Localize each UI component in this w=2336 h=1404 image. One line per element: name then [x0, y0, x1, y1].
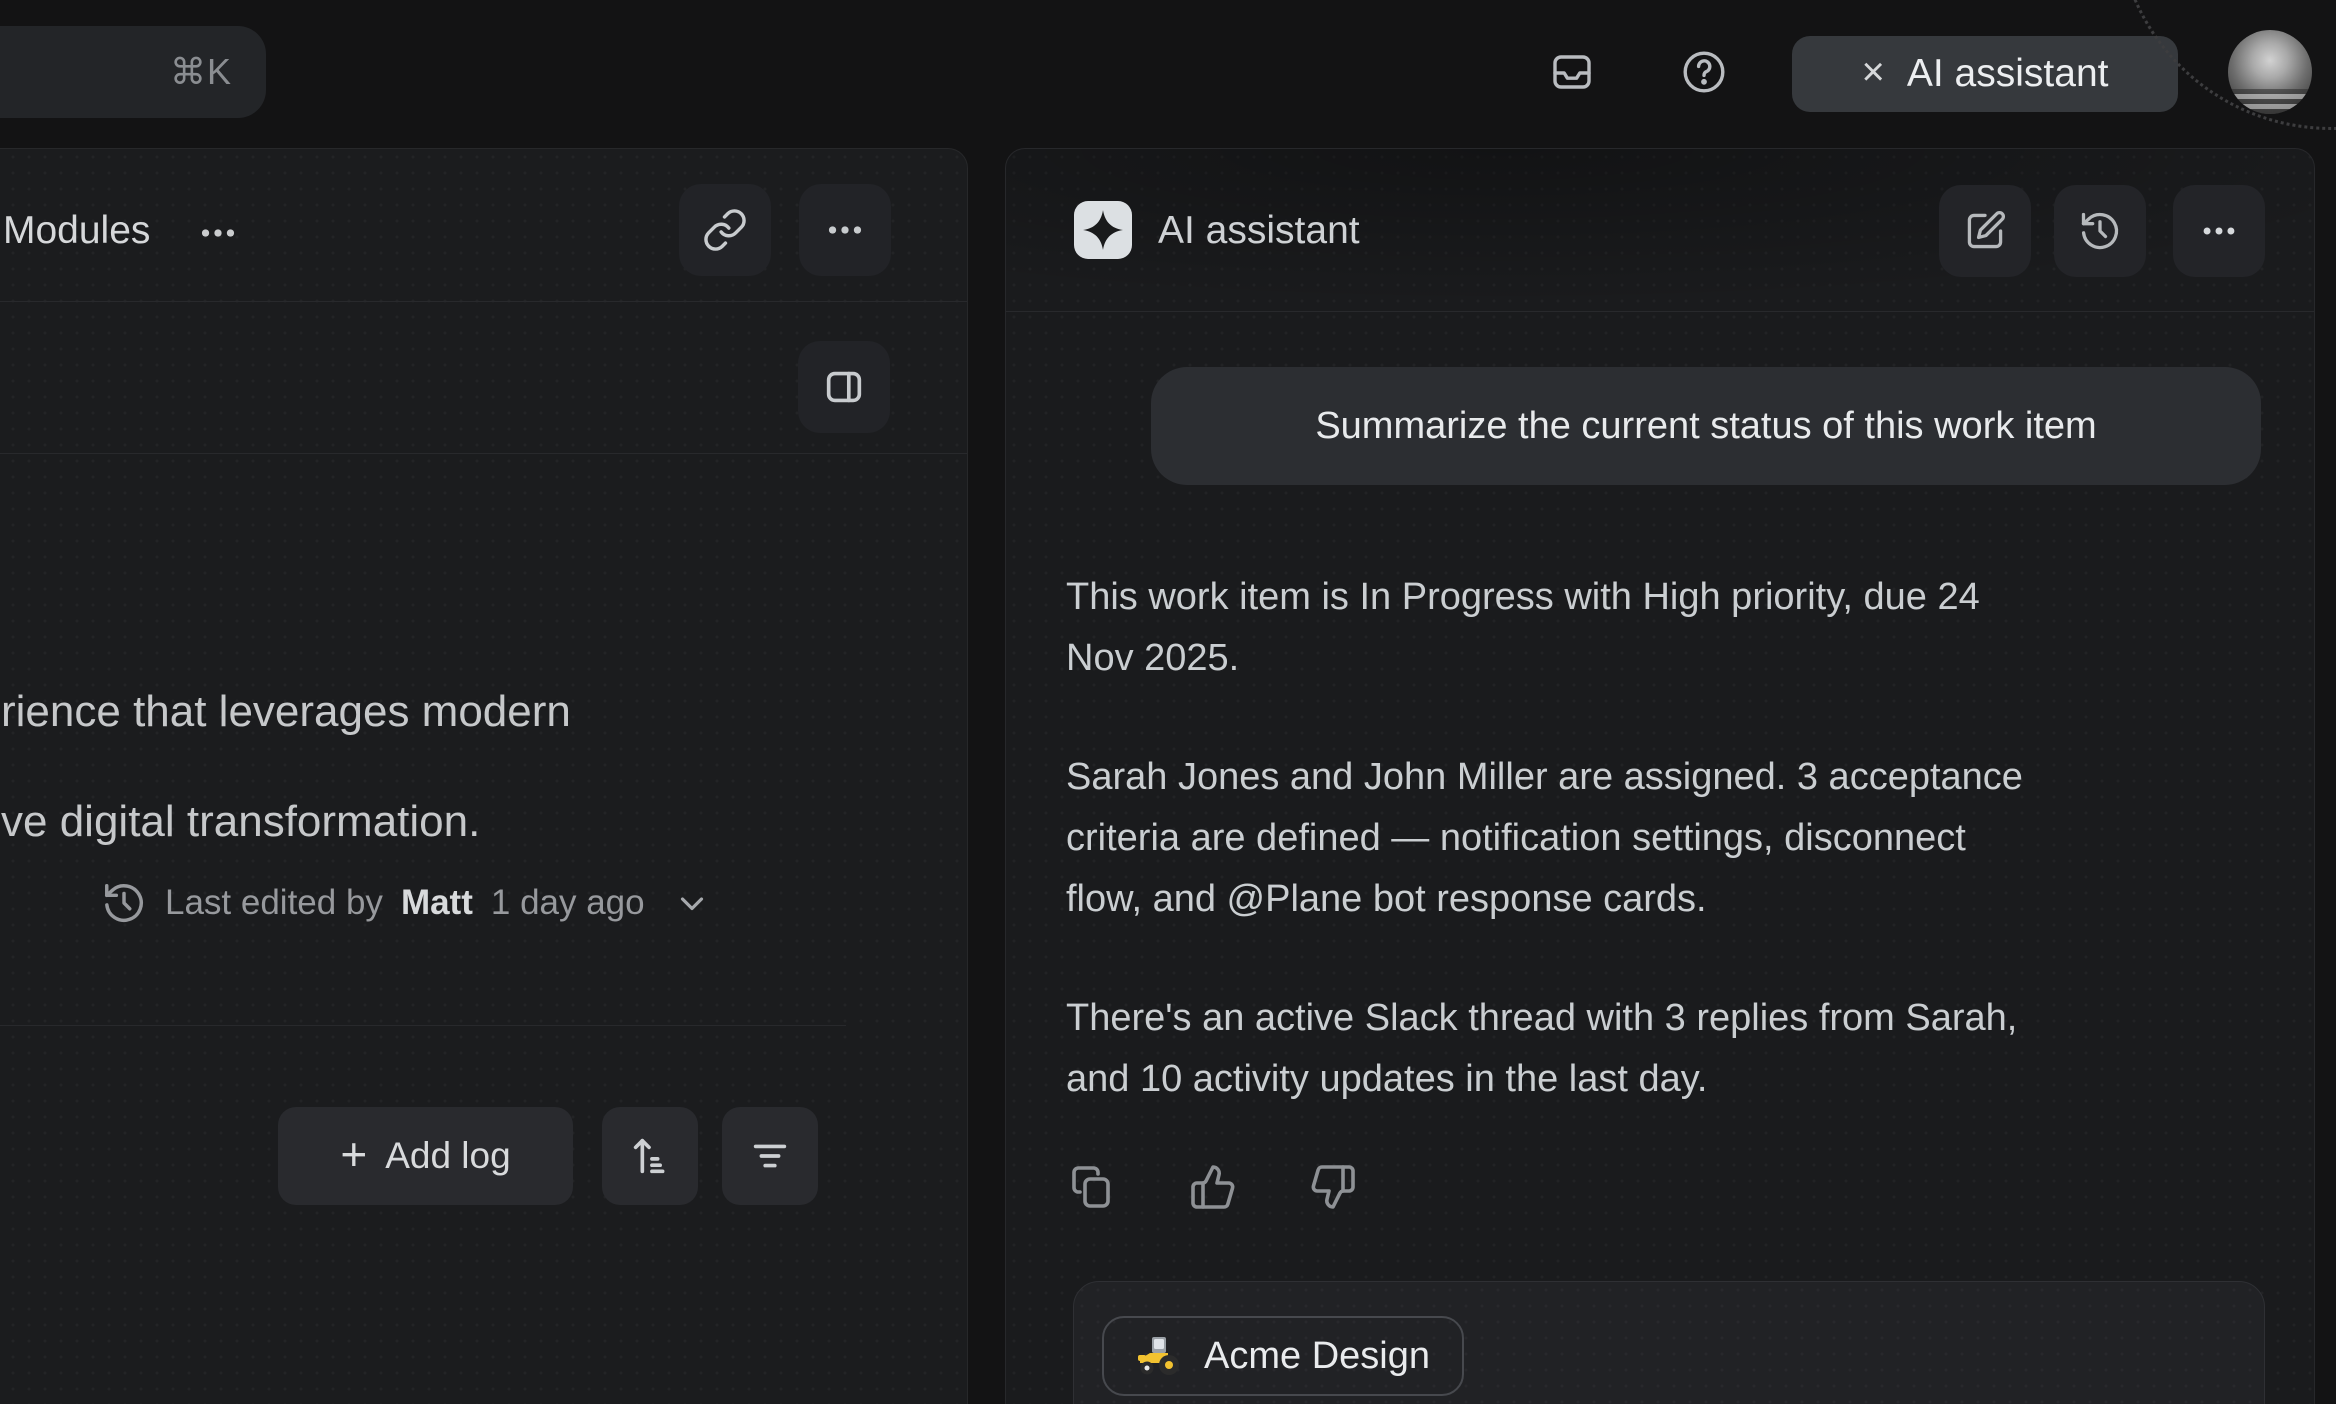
- topbar: ⌘K × AI assistant: [0, 0, 2336, 148]
- context-chip[interactable]: Acme Design: [1102, 1316, 1464, 1396]
- ellipsis-icon: [2197, 209, 2241, 253]
- add-log-button[interactable]: + Add log: [278, 1107, 573, 1205]
- response-paragraph: This work item is In Progress with High …: [1066, 567, 2296, 689]
- panel-title: Modules: [3, 209, 150, 253]
- user-message-bubble: Summarize the current status of this wor…: [1151, 367, 2261, 485]
- ellipsis-icon: [822, 207, 868, 253]
- history-icon: [2078, 209, 2122, 253]
- panel-layout-icon: [821, 364, 867, 410]
- ai-sparkle-icon: [1074, 201, 1132, 259]
- filter-icon: [747, 1133, 793, 1179]
- history-icon: [101, 880, 147, 926]
- chat-more-button[interactable]: [2173, 185, 2265, 277]
- ai-toggle-label: AI assistant: [1907, 52, 2109, 96]
- chat-history-button[interactable]: [2054, 185, 2146, 277]
- link-icon: [702, 207, 748, 253]
- inbox-button[interactable]: [1548, 48, 1596, 96]
- ai-response: This work item is In Progress with High …: [1066, 567, 2296, 1168]
- thumbs-down-icon: [1309, 1163, 1357, 1211]
- app-window: ⌘K × AI assistant: [0, 0, 2336, 1404]
- copy-response-button[interactable]: [1068, 1161, 1118, 1213]
- inbox-icon: [1548, 48, 1596, 96]
- last-edited-row[interactable]: Last edited by Matt 1 day ago: [101, 875, 711, 931]
- thumbs-down-button[interactable]: [1308, 1161, 1358, 1213]
- ai-assistant-toggle-button[interactable]: × AI assistant: [1792, 36, 2178, 112]
- last-edited-prefix: Last edited by: [165, 883, 383, 923]
- ellipsis-icon: [195, 210, 241, 256]
- sort-button[interactable]: [602, 1107, 698, 1205]
- thumbs-up-button[interactable]: [1188, 1161, 1238, 1213]
- sort-ascending-icon: [627, 1133, 673, 1179]
- response-paragraph: Sarah Jones and John Miller are assigned…: [1066, 747, 2296, 930]
- toggle-sidepanel-button[interactable]: [798, 341, 890, 433]
- last-edited-author: Matt: [401, 883, 473, 923]
- response-actions: [1068, 1161, 1358, 1213]
- compose-icon: [1963, 209, 2007, 253]
- search-input[interactable]: ⌘K: [0, 26, 266, 118]
- divider: [0, 453, 968, 454]
- module-description[interactable]: rience that leverages modern ve digital …: [1, 657, 901, 877]
- divider: [0, 1025, 846, 1026]
- plus-icon: +: [340, 1127, 367, 1181]
- divider: [1006, 311, 2315, 312]
- add-log-label: Add log: [385, 1135, 511, 1177]
- help-icon: [1680, 48, 1728, 96]
- search-shortcut-hint: ⌘K: [170, 26, 232, 118]
- divider: [0, 301, 968, 302]
- ai-panel-header: AI assistant: [1006, 149, 2314, 312]
- response-paragraph: There's an active Slack thread with 3 re…: [1066, 988, 2296, 1110]
- panel-more-button[interactable]: [799, 184, 891, 276]
- last-edited-time: 1 day ago: [491, 883, 645, 923]
- thumbs-up-icon: [1189, 1163, 1237, 1211]
- filter-button[interactable]: [722, 1107, 818, 1205]
- title-more-button[interactable]: [195, 209, 251, 257]
- ai-assistant-panel: AI assistant: [1005, 148, 2315, 1404]
- copy-link-button[interactable]: [679, 184, 771, 276]
- ai-panel-title: AI assistant: [1158, 149, 1360, 312]
- context-chip-label: Acme Design: [1204, 1335, 1430, 1378]
- copy-icon: [1069, 1163, 1117, 1211]
- new-chat-button[interactable]: [1939, 185, 2031, 277]
- tractor-emoji-icon: [1136, 1335, 1184, 1377]
- chevron-down-icon: [673, 884, 711, 922]
- composer-card[interactable]: Acme Design: [1073, 1281, 2265, 1404]
- modules-panel: Modules: [0, 148, 968, 1404]
- close-icon: ×: [1862, 52, 1885, 92]
- help-button[interactable]: [1680, 48, 1728, 96]
